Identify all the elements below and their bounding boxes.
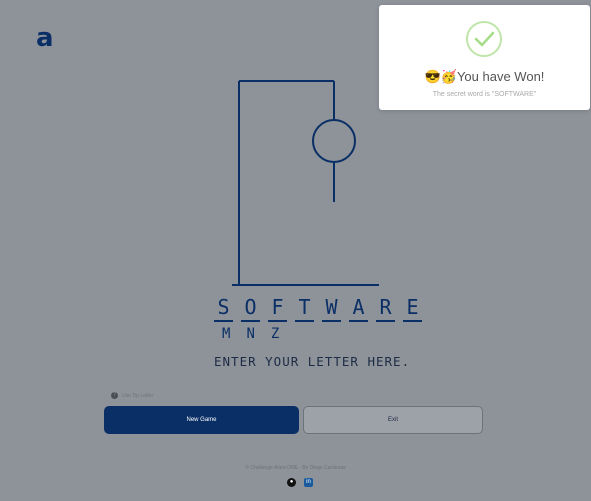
word-letter: R: [376, 294, 395, 322]
wrong-letter: N: [246, 326, 255, 342]
lightbulb-icon: ?: [111, 392, 118, 399]
word-letter: S: [214, 294, 233, 322]
word-letter: A: [349, 294, 368, 322]
secret-word-reveal: The secret word is "SOFTWARE": [432, 91, 537, 98]
win-title: 😎🥳You have Won!: [379, 69, 590, 85]
word-letter: W: [322, 294, 341, 322]
new-game-button[interactable]: New Game: [104, 406, 299, 434]
word-letter: T: [295, 294, 314, 322]
exit-button[interactable]: Exit: [303, 406, 483, 434]
success-check-icon: [466, 21, 502, 57]
win-dialog: 😎🥳You have Won! The secret word is "SOFT…: [379, 5, 590, 110]
word-letter: O: [241, 294, 260, 322]
win-title-text: You have Won!: [456, 69, 545, 84]
tip-toggle[interactable]: ? Use Tip Letter: [111, 392, 153, 399]
linkedin-icon[interactable]: in: [304, 478, 313, 487]
social-links: ● in: [287, 478, 313, 487]
footer-credit: © Challenge Alura ONE - By Diego Cardena…: [245, 465, 346, 471]
wrong-letter: M: [222, 326, 231, 342]
emoji-icon: 😎🥳: [424, 69, 457, 84]
word-letter: E: [403, 294, 422, 322]
secret-word: S O F T W A R E: [214, 294, 422, 322]
github-icon[interactable]: ●: [287, 478, 296, 487]
word-letter: F: [268, 294, 287, 322]
wrong-letters: M N Z: [222, 326, 279, 342]
tip-label: Use Tip Letter: [122, 392, 154, 399]
hangman-head: [312, 119, 356, 163]
wrong-letter: Z: [270, 326, 280, 342]
letter-input-prompt[interactable]: ENTER YOUR LETTER HERE.: [214, 354, 410, 369]
